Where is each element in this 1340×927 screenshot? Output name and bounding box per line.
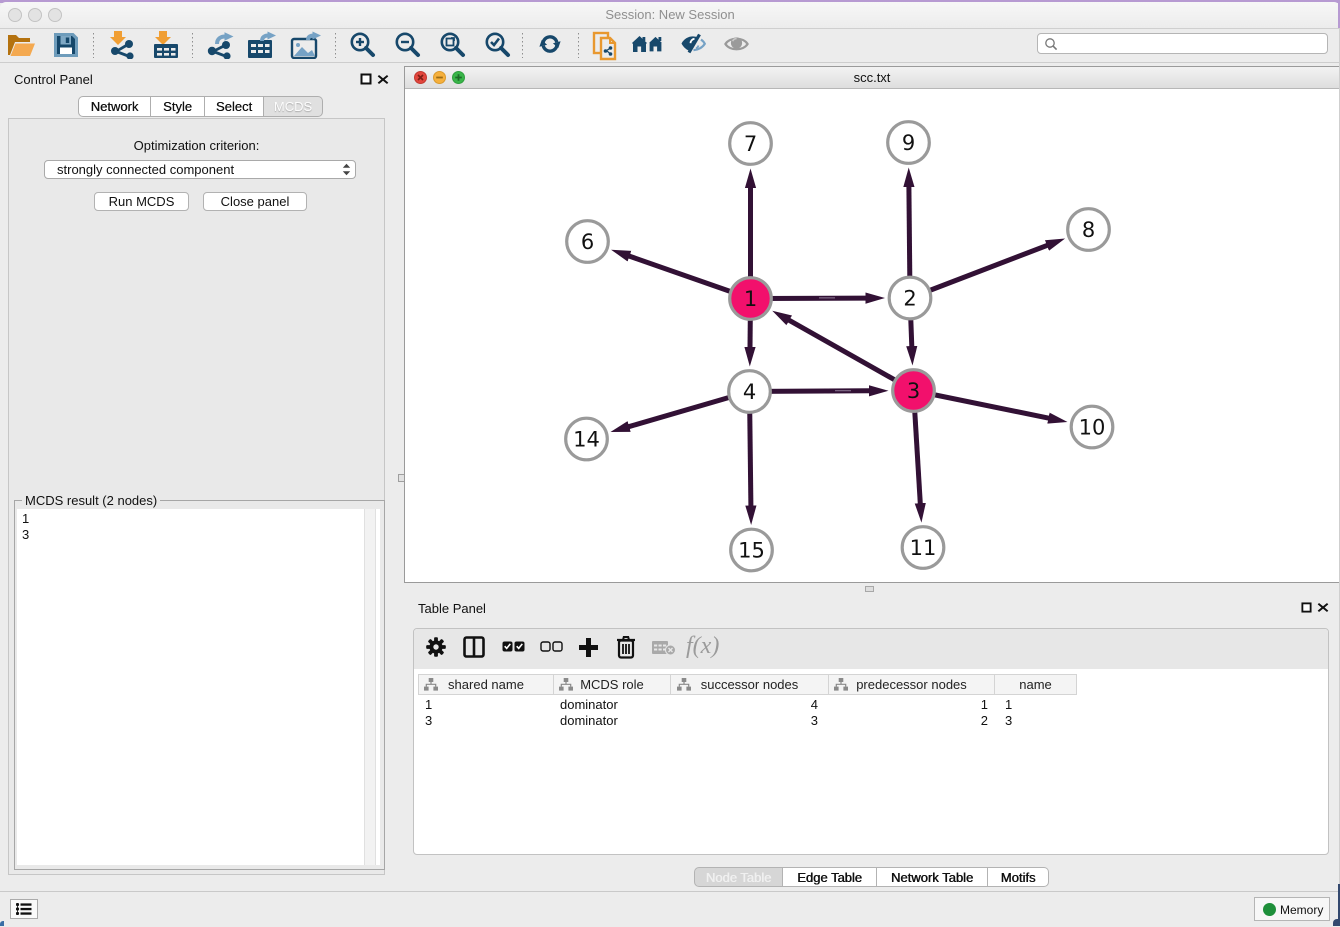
- svg-text:7: 7: [744, 132, 757, 156]
- svg-text:11: 11: [910, 536, 937, 560]
- svg-text:2: 2: [903, 287, 916, 311]
- svg-text:4: 4: [743, 380, 756, 404]
- svg-text:10: 10: [1079, 416, 1106, 440]
- svg-text:6: 6: [581, 230, 594, 254]
- svg-text:15: 15: [738, 539, 765, 563]
- svg-text:14: 14: [573, 428, 600, 452]
- svg-text:9: 9: [902, 131, 915, 155]
- svg-text:8: 8: [1082, 218, 1095, 242]
- svg-text:3: 3: [907, 379, 920, 403]
- svg-text:1: 1: [744, 287, 757, 311]
